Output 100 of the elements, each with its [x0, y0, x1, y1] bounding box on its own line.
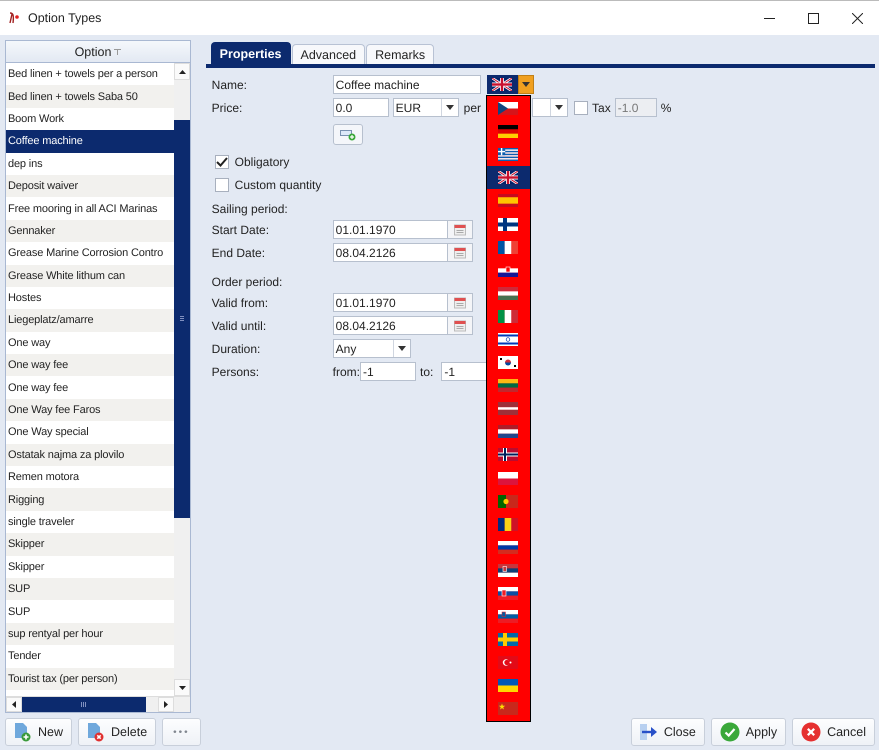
flag-icon	[498, 218, 518, 231]
flag-icon	[498, 610, 518, 624]
list-item[interactable]: Grease Marine Corrosion Contro	[6, 242, 174, 265]
flag-icon	[492, 78, 512, 91]
filter-icon	[114, 48, 122, 54]
unit-label: %	[660, 100, 672, 114]
list-item[interactable]: Ostatak najma za plovilo	[6, 444, 174, 466]
text-field[interactable]: 0.0	[332, 98, 389, 117]
calendar-button[interactable]	[446, 243, 473, 262]
text-field[interactable]: -1	[360, 362, 416, 381]
list-item[interactable]: Remen motora	[6, 466, 174, 488]
dropdown[interactable]: Any	[332, 339, 411, 358]
list-item[interactable]: SUP	[6, 600, 174, 623]
list-item[interactable]: Coffee machine	[6, 130, 174, 153]
dropdown[interactable]	[532, 98, 568, 117]
checkbox[interactable]	[214, 154, 229, 168]
list-item[interactable]: SUP	[6, 578, 174, 600]
arrow-icon	[640, 724, 658, 740]
flag-icon	[498, 240, 518, 254]
language-button[interactable]	[486, 75, 518, 94]
list-item[interactable]: Gennaker	[6, 220, 174, 242]
new-button[interactable]: New	[5, 718, 72, 746]
down-arrow-icon[interactable]	[178, 686, 186, 690]
date-field[interactable]: 08.04.2126	[332, 243, 447, 262]
field-label: Persons:	[212, 364, 260, 378]
list-item[interactable]: One way fee	[6, 354, 174, 376]
caret-icon	[398, 346, 406, 351]
close-button[interactable]: Close	[630, 718, 705, 746]
field-label: per	[464, 100, 482, 114]
calendar-button[interactable]	[446, 316, 473, 335]
flag-icon	[498, 125, 518, 138]
flag-icon	[498, 332, 518, 346]
list-item[interactable]: Tender	[6, 645, 174, 668]
right-arrow-icon[interactable]	[164, 701, 168, 708]
tab[interactable]: Properties	[210, 42, 291, 64]
flag-icon	[498, 379, 518, 392]
dropdown-button[interactable]	[518, 75, 534, 94]
field-label: Name:	[212, 78, 248, 92]
list-item[interactable]: Bed linen + towels per a person	[6, 63, 174, 86]
list-item[interactable]: Free mooring in all ACI Marinas	[6, 197, 174, 220]
cancel-icon	[801, 722, 822, 742]
grip-icon	[81, 702, 87, 707]
field-label: to:	[420, 364, 434, 378]
list-item[interactable]: Boom Work	[6, 108, 174, 130]
list-item[interactable]: Hostes	[6, 286, 174, 310]
calendar-icon	[454, 224, 466, 236]
list-item[interactable]: Tourist tax (per person)	[6, 668, 174, 690]
delete-button[interactable]: Delete	[78, 718, 156, 746]
tab[interactable]: Remarks	[366, 44, 434, 64]
list-item[interactable]: dep ins	[6, 152, 174, 175]
add-button[interactable]	[332, 124, 363, 145]
left-arrow-icon[interactable]	[12, 701, 16, 708]
list-item[interactable]: One Way special	[6, 421, 174, 444]
flag-icon	[498, 518, 518, 531]
scrollbar[interactable]	[174, 63, 190, 696]
field-label: Valid from:	[212, 296, 270, 310]
caret-icon	[555, 105, 564, 110]
list-item[interactable]: Liegeplatz/amarre	[6, 309, 174, 332]
date-field[interactable]: 01.01.1970	[332, 293, 447, 312]
language-option[interactable]	[486, 166, 530, 190]
checkbox-label: Custom quantity	[234, 178, 322, 192]
calendar-icon	[454, 296, 466, 308]
checkbox[interactable]	[214, 178, 229, 192]
flag-icon	[498, 656, 518, 670]
list-item[interactable]: One way	[6, 332, 174, 354]
list-item[interactable]: Rigging	[6, 488, 174, 511]
window-title: Option Types	[28, 11, 102, 25]
calendar-button[interactable]	[446, 220, 473, 239]
list-item[interactable]: Bed linen + towels Saba 50	[6, 85, 174, 108]
dropdown[interactable]: EUR	[392, 98, 459, 117]
new-document-icon	[14, 722, 32, 742]
calendar-button[interactable]	[446, 293, 473, 312]
text-field[interactable]: -1	[441, 362, 488, 381]
list-item[interactable]: One way fee	[6, 376, 174, 399]
tab[interactable]: Advanced	[292, 44, 366, 64]
text-field[interactable]: Coffee machine	[332, 75, 481, 94]
list-item[interactable]: Grease White lithum can	[6, 264, 174, 287]
list-item[interactable]: Deposit waiver	[6, 174, 174, 198]
scrollbar[interactable]	[6, 697, 174, 712]
cancel-button[interactable]: Cancel	[792, 718, 875, 746]
date-field[interactable]: 01.01.1970	[332, 220, 447, 239]
grip-icon	[180, 316, 184, 322]
list-item[interactable]: One Way fee Faros	[6, 398, 174, 422]
flag-icon	[498, 494, 518, 508]
list-item[interactable]: sup rentyal per hour	[6, 622, 174, 646]
apply-button[interactable]: Apply	[710, 718, 786, 746]
flag-icon	[498, 356, 518, 370]
column-header[interactable]: Option	[6, 41, 190, 63]
list-item[interactable]: single traveler	[6, 510, 174, 534]
date-field[interactable]: 08.04.2126	[332, 316, 447, 335]
checkmark-icon	[720, 722, 740, 742]
list-item[interactable]: Skipper	[6, 533, 174, 556]
delete-document-icon	[87, 722, 106, 742]
field-label: Duration:	[212, 342, 262, 356]
flag-icon	[498, 564, 518, 577]
caret-icon	[446, 105, 454, 110]
caret-icon	[522, 82, 530, 87]
list-item[interactable]: Skipper	[6, 556, 174, 578]
flag-icon	[498, 679, 518, 692]
up-arrow-icon[interactable]	[178, 70, 186, 74]
